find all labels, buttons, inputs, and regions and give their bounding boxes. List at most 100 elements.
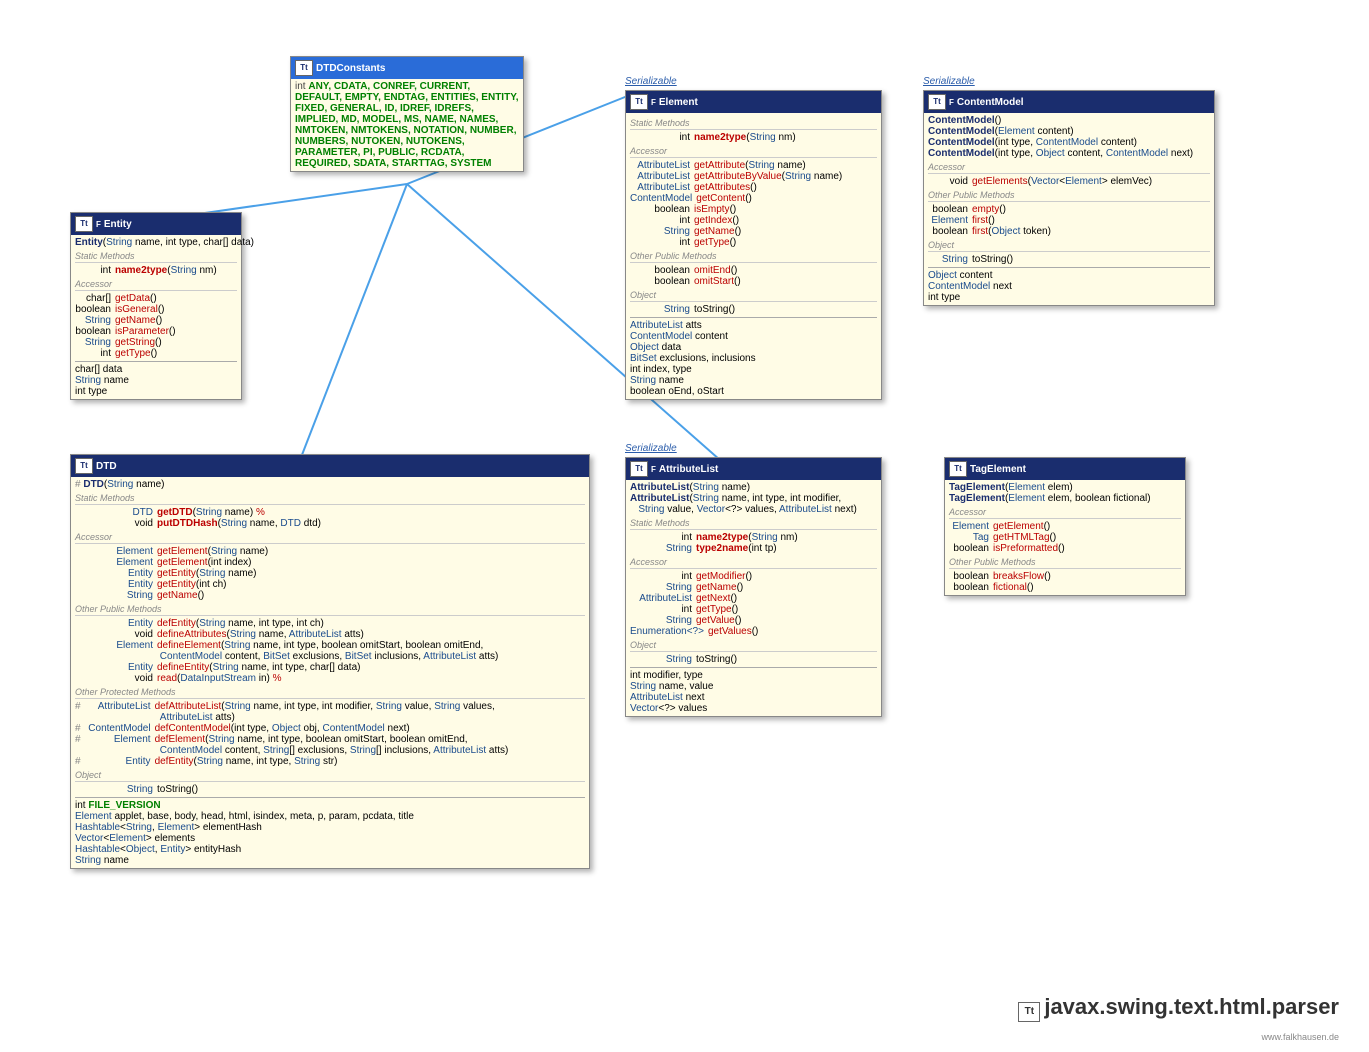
ret: String <box>75 315 115 326</box>
method: isPreformatted <box>993 543 1058 554</box>
method: getType <box>115 348 151 359</box>
method: getEntity <box>157 579 196 590</box>
method: getElement <box>993 521 1044 532</box>
package-icon: Tt <box>1018 1002 1040 1022</box>
method: toString <box>694 304 728 315</box>
args: (String nm) <box>167 265 216 276</box>
method: getAttributeByValue <box>694 171 782 182</box>
interface-icon: Tt <box>295 60 313 76</box>
class-title: AttributeList <box>659 464 718 475</box>
package-title: Ttjavax.swing.text.html.parser <box>1018 994 1339 1022</box>
class-title: DTD <box>96 461 117 472</box>
section-accessor: Accessor <box>949 506 1181 519</box>
ctor: TagElement <box>949 482 1005 493</box>
method: isGeneral <box>115 304 158 315</box>
class-element: TtFElement Static Methods intname2type (… <box>625 90 882 400</box>
section-other: Other Public Methods <box>928 189 1210 202</box>
field: int type <box>75 386 237 397</box>
method: fictional <box>993 582 1027 593</box>
method: getName <box>694 226 735 237</box>
class-attributelist: TtFAttributeList AttributeList (String n… <box>625 457 882 717</box>
method: getNext <box>696 593 730 604</box>
method: getDTD <box>157 507 193 518</box>
class-icon: Tt <box>630 461 648 477</box>
section-object: Object <box>75 769 585 782</box>
method: omitStart <box>694 276 734 287</box>
field: int type <box>928 292 1210 303</box>
class-header: TtFEntity <box>71 213 241 235</box>
class-header: TtFElement <box>626 91 881 113</box>
class-tagelement: TtTagElement TagElement (Element elem) T… <box>944 457 1186 596</box>
field: FILE_VERSION <box>88 800 160 811</box>
method: getElements <box>972 176 1028 187</box>
class-title: Element <box>659 97 698 108</box>
method: read <box>157 673 177 684</box>
field: boolean oEnd, oStart <box>630 386 877 397</box>
method: getAttribute <box>694 160 745 171</box>
method: getName <box>696 582 737 593</box>
section-other: Other Public Methods <box>75 603 585 616</box>
section-protected: Other Protected Methods <box>75 686 585 699</box>
ret: boolean <box>75 304 115 315</box>
method: getContent <box>696 193 745 204</box>
method: getName <box>115 315 156 326</box>
method: getValues <box>708 626 752 637</box>
method: toString <box>157 784 191 795</box>
serializable-label: Serializable <box>625 76 677 87</box>
method: defEntity <box>157 618 196 629</box>
method: getType <box>694 237 730 248</box>
method: defineEntity <box>157 662 209 673</box>
method: getString <box>115 337 155 348</box>
class-title: TagElement <box>970 464 1026 475</box>
ctor: AttributeList <box>630 493 689 504</box>
ctor: ContentModel <box>928 126 995 137</box>
method: getAttributes <box>694 182 750 193</box>
section-object: Object <box>928 239 1210 252</box>
ctor: ContentModel <box>928 115 995 126</box>
class-dtdconstants: TtDTDConstants int ANY, CDATA, CONREF, C… <box>290 56 524 172</box>
method: getData <box>115 293 150 304</box>
method: getElement <box>157 546 208 557</box>
ret: char[] <box>75 293 115 304</box>
class-title: DTDConstants <box>316 63 385 74</box>
method: type2name <box>696 543 748 554</box>
footer-link[interactable]: www.falkhausen.de <box>1261 1032 1339 1042</box>
method: name2type <box>115 265 167 276</box>
method: defineElement <box>157 640 221 651</box>
class-header: TtDTD <box>71 455 589 477</box>
method: toString <box>972 254 1006 265</box>
section-accessor: Accessor <box>928 161 1210 174</box>
ret: boolean <box>75 326 115 337</box>
class-contentmodel: TtFContentModel ContentModel () ContentM… <box>923 90 1215 306</box>
class-title: Entity <box>104 219 132 230</box>
serializable-label: Serializable <box>625 443 677 454</box>
section-static: Static Methods <box>630 517 877 530</box>
method: defElement <box>155 734 206 745</box>
field: char[] data <box>75 364 237 375</box>
args: () <box>995 115 1002 126</box>
method: getName <box>157 590 198 601</box>
ctor-args: (String name, int type, char[] data) <box>103 237 254 248</box>
section-accessor: Accessor <box>75 531 585 544</box>
method: defineAttributes <box>157 629 227 640</box>
serializable-label: Serializable <box>923 76 975 87</box>
method: defContentModel <box>155 723 231 734</box>
class-header: TtFAttributeList <box>626 458 881 480</box>
method: breaksFlow <box>993 571 1044 582</box>
class-header: TtFContentModel <box>924 91 1214 113</box>
ctor: TagElement <box>949 493 1005 504</box>
class-entity: TtFEntity Entity (String name, int type,… <box>70 212 242 400</box>
constants-list: ANY, CDATA, CONREF, CURRENT, DEFAULT, EM… <box>295 81 519 169</box>
ctor: AttributeList <box>630 482 689 493</box>
method: name2type <box>694 132 746 143</box>
args: () <box>988 215 995 226</box>
field: int modifier, type <box>630 670 877 681</box>
method: first <box>972 226 988 237</box>
section-object: Object <box>630 639 877 652</box>
args: (int tp) <box>748 543 776 554</box>
method: omitEnd <box>694 265 731 276</box>
method: getType <box>696 604 732 615</box>
class-icon: Tt <box>75 216 93 232</box>
method: empty <box>972 204 999 215</box>
class-title: ContentModel <box>957 97 1024 108</box>
